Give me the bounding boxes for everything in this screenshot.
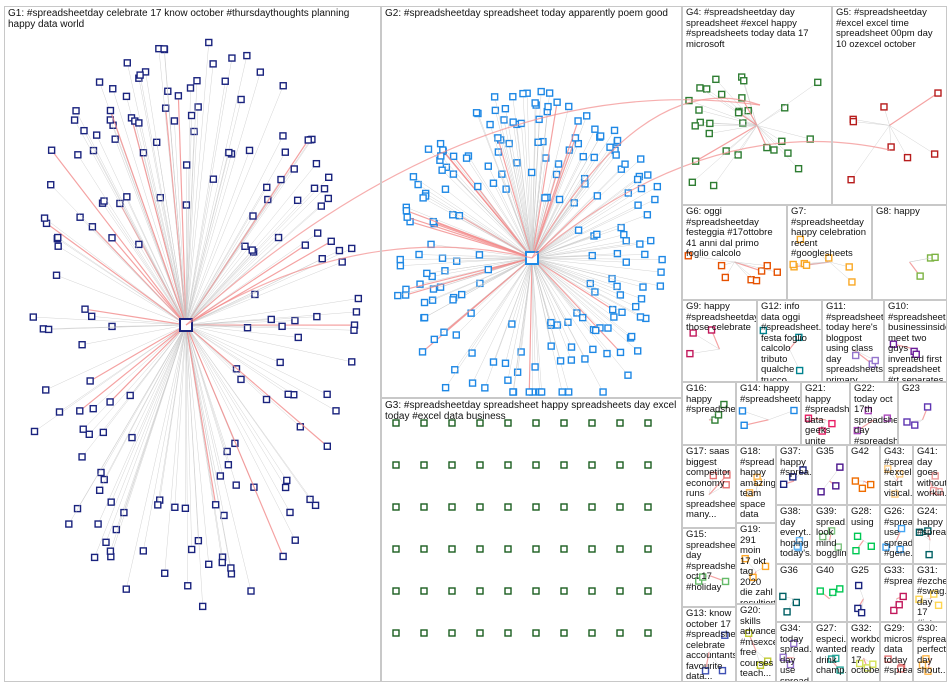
group-label: G35 (816, 446, 834, 457)
group-label: G9: happy #spreadsheetday those celebrat… (686, 301, 757, 333)
group-label: G18: #spread... happy amazing team space… (740, 446, 776, 520)
group-panel-g29: G29: micros... data today #sprea... (880, 622, 913, 682)
group-panel-g26: G26: #sprea... use spread... #gene... (880, 505, 913, 564)
group-panel-g7: G7: #spreadsheetday happy celebration re… (787, 205, 872, 300)
group-label: G42 (851, 446, 869, 457)
group-label: G38: day everyt... hoping today's... (780, 506, 812, 559)
group-panel-g34: G34: today spread... day use spread... (776, 622, 812, 682)
group-label: G4: #spreadsheetday day spreadsheet #exc… (686, 7, 809, 50)
group-label: G34: today spread... day use spread... (780, 623, 812, 682)
group-label: G32: workbo... ready 17 octobe... (851, 623, 880, 676)
group-panel-g24: G24: happy #sprea... (913, 505, 947, 564)
group-label: G10: #spreadsheet... businessinsider mee… (888, 301, 947, 382)
group-label: G30: #sprea... perfect day shout... (917, 623, 947, 676)
group-panel-g15: G15: spreadsheet day #spreadshe... oct 1… (682, 528, 736, 607)
group-label: G24: happy #sprea... (917, 506, 947, 538)
group-panel-g33: G33: #sprea... (880, 564, 913, 622)
group-label: G40 (816, 565, 834, 576)
group-panel-g32: G32: workbo... ready 17 octobe... (847, 622, 880, 682)
group-panel-g12: G12: info data oggi #spreadsheet... fest… (757, 300, 822, 382)
group-panel-g39: G39: spread... look mind bogglin... (812, 505, 847, 564)
group-label: G43: #sprea... #excel start visical... (884, 446, 913, 499)
group-label: G8: happy (876, 206, 920, 217)
group-panel-g27: G27: especi... wanted drink champ... (812, 622, 847, 682)
group-label: G22: today oct 17th spreadshe... day #sp… (854, 383, 898, 445)
group-panel-g11: G11: #spreadsheet... today here's blogpo… (822, 300, 884, 382)
group-label: G3: #spreadsheetday spreadsheet happy sp… (385, 400, 677, 422)
group-panel-g18: G18: #spread... happy amazing team space… (736, 445, 776, 523)
group-panel-g37: G37: happy #sprea... (776, 445, 812, 505)
group-label: G29: micros... data today #sprea... (884, 623, 913, 676)
group-label: G11: #spreadsheet... today here's blogpo… (826, 301, 884, 382)
group-panel-g25: G25 (847, 564, 880, 622)
group-panel-g36: G36 (776, 564, 812, 622)
group-panel-g1: G1: #spreadsheetday celebrate 17 know oc… (4, 6, 381, 682)
group-label: G5: #spreadsheetday #excel excel time sp… (836, 7, 933, 50)
group-label: G14: happy #spreadsheetd... (740, 383, 800, 405)
group-label: G6: oggi #spreadsheetday festeggia #17ot… (686, 206, 773, 259)
group-panel-g5: G5: #spreadsheetday #excel excel time sp… (832, 6, 947, 205)
group-panel-g20: G20: skills advance #msexcel free course… (736, 604, 776, 682)
group-panel-g31: G31: #ezche... #swag... day 17 #intern..… (913, 564, 947, 622)
group-label: G28: using (851, 506, 874, 528)
group-label: G13: know october 17 #spreadshe... celeb… (686, 608, 736, 682)
group-label: G25 (851, 565, 869, 576)
group-label: G37: happy #sprea... (780, 446, 812, 478)
group-label: G31: #ezche... #swag... day 17 #intern..… (917, 565, 947, 621)
group-label: G26: #sprea... use spread... #gene... (884, 506, 913, 559)
group-panel-g3: G3: #spreadsheetday spreadsheet happy sp… (381, 398, 682, 682)
group-panel-g30: G30: #sprea... perfect day shout... (913, 622, 947, 682)
group-label: G23 (902, 383, 920, 394)
group-label: G16: happy #spreadshe... (686, 383, 736, 415)
group-panel-g38: G38: day everyt... hoping today's... (776, 505, 812, 564)
group-panel-g23: G23 (898, 382, 947, 445)
group-panel-g40: G40 (812, 564, 847, 622)
group-panel-g42: G42 (847, 445, 880, 505)
group-panel-g16: G16: happy #spreadshe... (682, 382, 736, 445)
group-label: G19: 291 moin 17 okt tag 2020 die zahl r… (740, 524, 776, 604)
group-panel-g10: G10: #spreadsheet... businessinsider mee… (884, 300, 947, 382)
group-panel-g19: G19: 291 moin 17 okt tag 2020 die zahl r… (736, 523, 776, 604)
group-panel-g8: G8: happy (872, 205, 947, 300)
group-panel-g17: G17: saas biggest competitor economy run… (682, 445, 736, 528)
group-label: G41: day goes without workin... (917, 446, 947, 499)
group-panel-g9: G9: happy #spreadsheetday those celebrat… (682, 300, 757, 382)
group-label: G21: happy #spreadsh... data geeks unite… (805, 383, 850, 445)
group-panel-g4: G4: #spreadsheetday day spreadsheet #exc… (682, 6, 832, 205)
group-panel-g22: G22: today oct 17th spreadshe... day #sp… (850, 382, 898, 445)
group-label: G27: especi... wanted drink champ... (816, 623, 847, 676)
group-label: G7: #spreadsheetday happy celebration re… (791, 206, 866, 259)
group-panel-g14: G14: happy #spreadsheetd... (736, 382, 801, 445)
group-label: G12: info data oggi #spreadsheet... fest… (761, 301, 822, 382)
group-label: G39: spread... look mind bogglin... (816, 506, 847, 559)
group-panel-g35: G35 (812, 445, 847, 505)
group-panel-g21: G21: happy #spreadsh... data geeks unite… (801, 382, 850, 445)
group-panel-g28: G28: using (847, 505, 880, 564)
group-label: G36 (780, 565, 798, 576)
group-panel-g43: G43: #sprea... #excel start visical... (880, 445, 913, 505)
group-label: G1: #spreadsheetday celebrate 17 know oc… (8, 8, 350, 30)
group-label: G15: spreadsheet day #spreadshe... oct 1… (686, 529, 736, 593)
group-panel-g13: G13: know october 17 #spreadshe... celeb… (682, 607, 736, 682)
group-panel-g41: G41: day goes without workin... (913, 445, 947, 505)
group-label: G20: skills advance #msexcel free course… (740, 605, 776, 679)
group-panel-g6: G6: oggi #spreadsheetday festeggia #17ot… (682, 205, 787, 300)
group-panel-g2: G2: #spreadsheetday spreadsheet today ap… (381, 6, 682, 398)
group-label: G2: #spreadsheetday spreadsheet today ap… (385, 8, 668, 19)
group-label: G33: #sprea... (884, 565, 913, 587)
group-label: G17: saas biggest competitor economy run… (686, 446, 736, 520)
